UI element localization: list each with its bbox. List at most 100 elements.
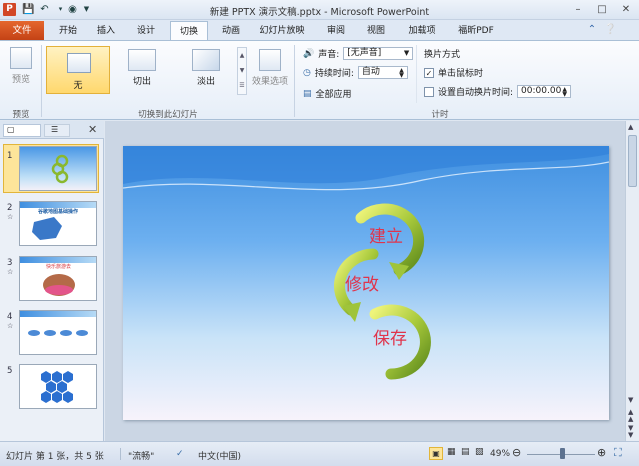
close-icon[interactable]: ✕	[614, 2, 638, 17]
slide-5-preview	[41, 371, 73, 403]
scroll-up-icon[interactable]: ▲	[628, 123, 633, 131]
after-time-spinner[interactable]: 00:00.00 ▲ ▼	[517, 85, 572, 98]
slide-number: 5	[7, 366, 13, 376]
close-pane-icon[interactable]: ✕	[88, 123, 97, 136]
slide-thumbnail-1[interactable]	[19, 146, 97, 191]
zoom-out-icon[interactable]: ⊖	[512, 446, 521, 459]
spin-arrows-icon: ▲ ▼	[399, 66, 404, 79]
duration-label: 持续时间:	[314, 69, 354, 79]
chevron-down-icon: ▼	[403, 49, 410, 57]
reading-view-icon[interactable]: ▤	[461, 447, 470, 457]
minimize-icon[interactable]: –	[566, 2, 590, 17]
slide-thumbnail-4[interactable]	[19, 310, 97, 355]
tab-slide-show[interactable]: 幻灯片放映	[254, 21, 310, 41]
tab-view[interactable]: 视图	[360, 21, 392, 41]
after-time-label: 设置自动换片时间:	[438, 88, 514, 98]
after-time-checkbox[interactable]	[424, 86, 434, 97]
language-status[interactable]: 中文(中国)	[198, 449, 241, 462]
scroll-down-icon[interactable]: ▼	[628, 396, 633, 404]
effect-options-button[interactable]: 效果选项	[252, 49, 288, 87]
group-label-transitions: 切换到此幻灯片	[138, 110, 198, 120]
apply-all-label: 全部应用	[315, 90, 352, 100]
sound-label: 声音:	[318, 50, 340, 60]
animation-star-icon: ☆	[7, 268, 14, 276]
tab-addins[interactable]: 加载项	[402, 21, 442, 41]
slide-sorter-icon[interactable]: ▦	[447, 447, 456, 457]
duration-value: 自动	[361, 67, 380, 77]
apply-all-button[interactable]: ▤ 全部应用	[303, 87, 352, 101]
spellcheck-icon[interactable]: ✓	[176, 449, 184, 459]
scroll-thumb[interactable]	[628, 135, 637, 187]
maximize-icon[interactable]: □	[590, 2, 614, 17]
fit-to-window-icon[interactable]: ⛶	[614, 446, 622, 460]
sound-select[interactable]: [无声音] ▼	[343, 47, 414, 60]
normal-view-icon[interactable]: ▣	[429, 447, 443, 460]
tab-foxit-pdf[interactable]: 福昕PDF	[452, 21, 500, 41]
tab-insert[interactable]: 插入	[90, 21, 122, 41]
help-icon[interactable]: ❔	[604, 24, 616, 36]
group-label-preview: 预览	[12, 110, 30, 120]
slide-number: 4	[7, 312, 13, 322]
effect-options-icon	[259, 49, 281, 71]
current-slide[interactable]: 建立 修改 保存	[123, 146, 609, 420]
duration-row: ◷ 持续时间: 自动 ▲ ▼	[303, 66, 408, 79]
wave-shape	[123, 146, 609, 184]
pane-tabs: ▢ ☰ ✕	[0, 121, 104, 139]
vertical-scrollbar[interactable]: ▲ ▼ ▲ ▲ ▼ ▼	[625, 121, 639, 441]
tab-slides[interactable]: ▢	[3, 124, 41, 137]
after-time-value: 00:00.00	[521, 86, 562, 96]
advance-slide-title: 换片方式	[424, 47, 460, 60]
slide-3-preview	[43, 274, 75, 296]
window-title: 新建 PPTX 演示文稿.pptx - Microsoft PowerPoint	[209, 7, 430, 18]
tab-design[interactable]: 设计	[130, 21, 162, 41]
on-mouse-click-option[interactable]: ✓ 单击鼠标时	[424, 66, 483, 79]
slide-show-icon[interactable]: ▧	[475, 447, 484, 457]
tab-transitions[interactable]: 切换	[170, 21, 208, 41]
previous-slide-icon[interactable]: ▲ ▲	[628, 409, 633, 423]
ribbon-tab-bar: 文件 开始 插入 设计 切换 动画 幻灯片放映 审阅 视图 加载项 福昕PDF …	[0, 20, 639, 41]
on-mouse-click-label: 单击鼠标时	[438, 69, 484, 79]
zoom-level[interactable]: 49%	[490, 449, 510, 459]
zoom-slider-thumb[interactable]	[560, 448, 565, 459]
transition-none-button[interactable]: 无	[46, 46, 110, 94]
animation-star-icon: ☆	[7, 322, 14, 330]
slide-number: 3	[7, 258, 13, 268]
effect-options-label: 效果选项	[252, 77, 289, 87]
slide-editor: 建立 修改 保存 ▲ ▼ ▲ ▲ ▼ ▼	[105, 121, 639, 441]
gallery-scroll[interactable]: ▲ ▼ ☰	[237, 47, 247, 95]
on-mouse-click-checkbox[interactable]: ✓	[424, 67, 434, 78]
tab-outline[interactable]: ☰	[44, 124, 70, 137]
group-divider	[41, 45, 42, 117]
minimize-ribbon-icon[interactable]: ⌃	[586, 24, 598, 36]
preview-button[interactable]: 预览	[4, 47, 38, 85]
tab-home[interactable]: 开始	[52, 21, 84, 41]
tab-review[interactable]: 审阅	[320, 21, 352, 41]
clock-icon: ◷	[303, 67, 311, 78]
status-divider	[120, 448, 121, 460]
slide-number: 1	[7, 151, 13, 161]
after-time-option[interactable]: 设置自动换片时间: 00:00.00 ▲ ▼	[424, 85, 572, 98]
sound-row: 🔊 声音: [无声音] ▼	[303, 47, 414, 60]
sound-icon: 🔊	[303, 48, 315, 59]
animation-star-icon: ☆	[7, 213, 14, 221]
preview-icon	[10, 47, 32, 69]
next-slide-icon[interactable]: ▼ ▼	[628, 425, 633, 439]
slide-2-preview	[32, 217, 62, 240]
slide-count-status: 幻灯片 第 1 张，共 5 张	[6, 452, 104, 462]
outline-tab-icon: ☰	[51, 125, 59, 134]
transition-none-icon	[67, 53, 91, 73]
advance-slide-label: 换片方式	[424, 50, 461, 60]
zoom-in-icon[interactable]: ⊕	[597, 446, 606, 459]
tab-animations[interactable]: 动画	[214, 21, 248, 41]
transition-fade-button[interactable]: 淡出	[186, 49, 226, 87]
slide-thumbnail-5[interactable]	[19, 364, 97, 409]
slide-thumbnail-2[interactable]: 谷歌地图基础操作	[19, 201, 97, 246]
status-bar: 幻灯片 第 1 张，共 5 张 "流畅" ✓ 中文(中国) ▣ ▦ ▤ ▧ 49…	[0, 441, 639, 466]
group-divider	[294, 45, 295, 117]
transition-fade-label: 淡出	[196, 77, 215, 87]
tab-file[interactable]: 文件	[0, 21, 44, 41]
transition-fade-icon	[192, 49, 220, 71]
slide-thumbnail-3[interactable]: 快乐旅游去	[19, 256, 97, 301]
transition-cut-button[interactable]: 切出	[122, 49, 162, 87]
duration-spinner[interactable]: 自动 ▲ ▼	[357, 66, 408, 79]
